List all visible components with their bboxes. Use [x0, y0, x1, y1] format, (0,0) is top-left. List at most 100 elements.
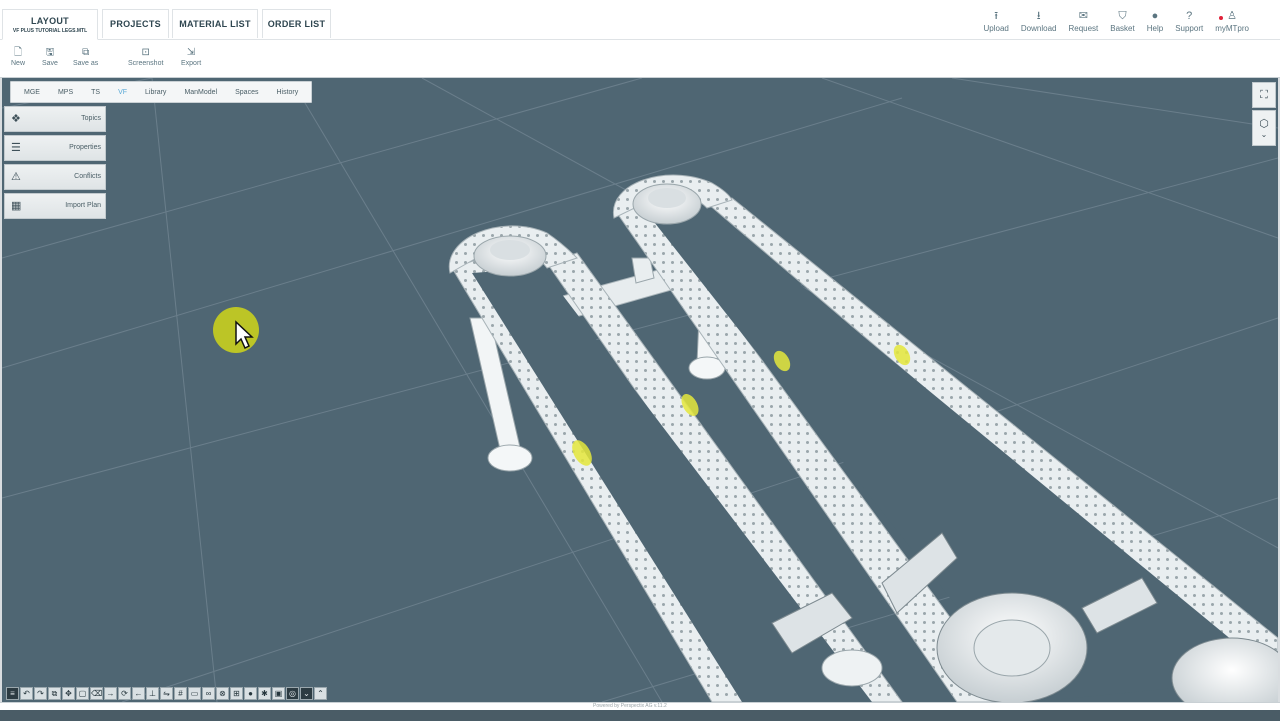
save-label: Save	[42, 60, 58, 67]
panel-properties[interactable]: ☰ Properties	[4, 135, 106, 161]
measure-icon[interactable]: ▭	[188, 686, 201, 700]
rotate-icon[interactable]: ⟳	[118, 686, 131, 700]
request-button[interactable]: ✉ Request	[1062, 10, 1104, 33]
download-label: Download	[1020, 24, 1057, 33]
upload-label: Upload	[983, 24, 1009, 33]
conveyor-3d-scene[interactable]	[2, 78, 1278, 702]
camera-icon: ⊡	[141, 47, 150, 58]
upload-button[interactable]: ⭱ Upload	[978, 10, 1015, 33]
expand-icon: ⛶	[1260, 88, 1268, 101]
tab-projects[interactable]: PROJECTS	[102, 9, 169, 38]
new-label: New	[11, 60, 26, 67]
save-as-label: Save as	[73, 60, 99, 67]
fit-view-button[interactable]: ⛶	[1252, 82, 1276, 108]
tab-material-list-label: MATERIAL LIST	[179, 19, 251, 29]
mirror-icon[interactable]: ⇋	[160, 686, 173, 700]
upload-icon: ⭱	[994, 10, 999, 22]
account-button[interactable]: ♙ myMTpro	[1209, 10, 1255, 33]
panel-topics-label: Topics	[81, 115, 101, 122]
floorplan-icon: ▦	[11, 200, 22, 212]
project-file-name: VF PLUS TUTORIAL LEGS.MTL	[12, 27, 88, 34]
question-icon: ?	[1186, 10, 1193, 22]
export-button[interactable]: ⇲ Export	[181, 46, 201, 67]
module-tabs: MGE MPS TS VF Library ManModel Spaces Hi…	[10, 81, 313, 103]
subtab-spaces[interactable]: Spaces	[226, 89, 267, 96]
basket-button[interactable]: ⛉ Basket	[1104, 10, 1140, 33]
panel-properties-label: Properties	[69, 144, 101, 151]
top-actions: ⭱ Upload ⭳ Download ✉ Request ⛉ Basket ●…	[978, 10, 1255, 33]
target-icon[interactable]: ◎	[286, 686, 299, 700]
request-label: Request	[1068, 24, 1099, 33]
account-label: myMTpro	[1215, 24, 1249, 33]
redo-icon[interactable]: ↷	[34, 686, 47, 700]
screenshot-label: Screenshot	[128, 60, 164, 67]
export-label: Export	[181, 60, 202, 67]
link-icon[interactable]: ∞	[202, 686, 215, 700]
arrow-right-icon[interactable]: →	[104, 686, 117, 700]
view-cube-button[interactable]: ⬡ ⌄	[1252, 110, 1276, 146]
notification-dot	[1219, 16, 1224, 20]
new-button[interactable]: 🗋 New	[11, 46, 25, 67]
box-icon[interactable]: ▣	[272, 686, 285, 700]
info-icon: ●	[1151, 10, 1159, 22]
save-icon: 🖫	[45, 47, 55, 58]
panel-import-plan[interactable]: ▦ Import Plan	[4, 193, 106, 219]
move-icon[interactable]: ✥	[62, 686, 75, 700]
tab-order-list-label: ORDER LIST	[267, 19, 326, 29]
subtab-library[interactable]: Library	[136, 89, 175, 96]
subtab-ts[interactable]: TS	[82, 89, 109, 96]
tab-layout[interactable]: LAYOUT VF PLUS TUTORIAL LEGS.MTL	[2, 9, 98, 40]
help-button[interactable]: ● Help	[1141, 10, 1169, 33]
topics-icon: ❖	[11, 113, 21, 125]
cube-icon: ⬡	[1259, 118, 1269, 130]
subtab-manmodel[interactable]: ManModel	[175, 89, 226, 96]
basket-icon: ⛉	[1118, 10, 1127, 22]
arrow-left-icon[interactable]: ←	[132, 686, 145, 700]
menu-icon[interactable]: ≡	[6, 686, 19, 700]
sphere-icon[interactable]: ●	[244, 686, 257, 700]
save-as-button[interactable]: ⧉ Save as	[73, 46, 98, 67]
tab-projects-label: PROJECTS	[110, 19, 161, 29]
file-toolbar: 🗋 New 🖫 Save ⧉ Save as ⊡ Screenshot ⇲ Ex…	[0, 40, 1280, 78]
help-label: Help	[1146, 24, 1164, 33]
subtab-history[interactable]: History	[267, 89, 307, 96]
bottom-tool-strip: ≡ ↶ ↷ ⧉ ✥ ▢ ⌫ → ⟳ ← ⊥ ⇋ # ▭ ∞ ⊗ ⊞ ● ✱ ▣ …	[6, 686, 327, 700]
mail-icon: ✉	[1078, 10, 1088, 22]
footer-credit: Powered by Perspectix AG v.11.2	[593, 703, 667, 709]
chain-icon[interactable]: ⊗	[216, 686, 229, 700]
undo-icon[interactable]: ↶	[20, 686, 33, 700]
pin-icon[interactable]: ⊥	[146, 686, 159, 700]
subtab-mps[interactable]: MPS	[49, 89, 82, 96]
footer: Powered by Perspectix AG v.11.2	[0, 702, 1280, 721]
tab-layout-label: LAYOUT	[31, 15, 69, 26]
tab-material-list[interactable]: MATERIAL LIST	[172, 9, 258, 38]
expand-down-icon[interactable]: ⌄	[300, 686, 313, 700]
grid-icon[interactable]: #	[174, 686, 187, 700]
3d-viewport[interactable]: MGE MPS TS VF Library ManModel Spaces Hi…	[0, 78, 1280, 702]
support-button[interactable]: ? Support	[1169, 10, 1209, 33]
collapse-up-icon[interactable]: ⌃	[314, 686, 327, 700]
view-controls: ⛶ ⬡ ⌄	[1252, 82, 1276, 148]
subtab-vf[interactable]: VF	[109, 89, 136, 96]
subtab-mge[interactable]: MGE	[15, 89, 49, 96]
checklist-icon: ☰	[11, 142, 21, 154]
support-label: Support	[1175, 24, 1204, 33]
footer-band	[0, 710, 1280, 721]
copy-icon[interactable]: ⧉	[48, 686, 61, 700]
snowflake-icon[interactable]: ✱	[258, 686, 271, 700]
basket-label: Basket	[1110, 24, 1135, 33]
download-icon: ⭳	[1036, 10, 1041, 22]
panel-topics[interactable]: ❖ Topics	[4, 106, 106, 132]
panel-import-plan-label: Import Plan	[65, 202, 101, 209]
screenshot-button[interactable]: ⊡ Screenshot	[128, 46, 163, 67]
save-button[interactable]: 🖫 Save	[42, 46, 58, 67]
group-icon[interactable]: ⊞	[230, 686, 243, 700]
select-icon[interactable]: ▢	[76, 686, 89, 700]
tab-order-list[interactable]: ORDER LIST	[262, 9, 331, 38]
eraser-icon[interactable]: ⌫	[90, 686, 103, 700]
export-icon: ⇲	[186, 47, 196, 58]
warning-icon: ⚠	[11, 171, 21, 183]
panel-conflicts[interactable]: ⚠ Conflicts	[4, 164, 106, 190]
top-tab-bar: LAYOUT VF PLUS TUTORIAL LEGS.MTL PROJECT…	[0, 0, 1280, 40]
download-button[interactable]: ⭳ Download	[1015, 10, 1063, 33]
